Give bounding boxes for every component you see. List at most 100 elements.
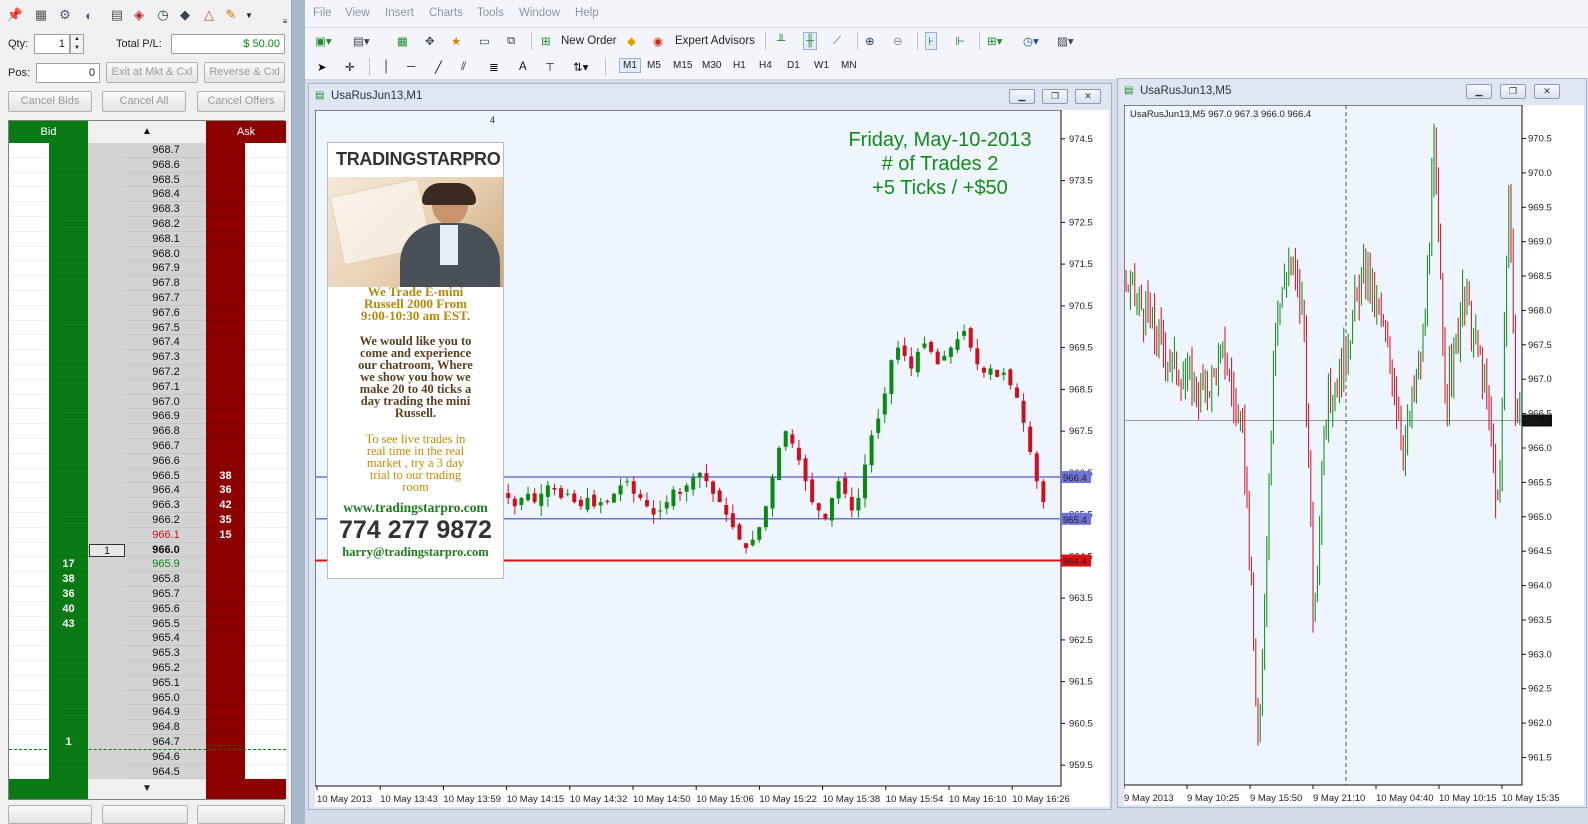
ladder-row[interactable]: 968.5 [9, 172, 286, 188]
terminal-icon[interactable]: ▭ [479, 32, 490, 50]
ask-order-cell[interactable] [245, 675, 286, 691]
ask-order-cell[interactable] [245, 409, 286, 425]
ask-size-cell[interactable] [206, 173, 245, 188]
ladder-row[interactable]: 17 965.9 [9, 557, 286, 573]
ask-order-cell[interactable] [245, 246, 286, 262]
ladder-row[interactable]: 967.7 [9, 291, 286, 306]
price-cell[interactable]: 964.6 [126, 750, 206, 765]
ladder-row[interactable]: 967.8 [9, 276, 286, 291]
price-cell[interactable]: 965.4 [126, 631, 206, 647]
price-cell[interactable]: 966.8 [126, 424, 206, 439]
ask-size-cell[interactable] [206, 395, 245, 410]
ask-order-cell[interactable] [245, 424, 286, 439]
ask-order-cell[interactable] [245, 187, 286, 203]
ask-size-cell[interactable] [206, 705, 245, 721]
arrows-icon[interactable]: ⇅▾ [573, 58, 588, 76]
calculator-icon[interactable]: ▦ [32, 6, 50, 24]
bar-chart-icon[interactable]: ╨ [777, 32, 785, 50]
ask-size-cell[interactable] [206, 750, 245, 765]
bid-size-cell[interactable] [49, 143, 88, 158]
metaeditor-icon[interactable]: ◆ [627, 32, 636, 50]
ask-size-cell[interactable] [206, 276, 245, 291]
menu-file[interactable]: File [313, 7, 332, 19]
bid-order-cell[interactable] [9, 468, 49, 484]
bid-order-cell[interactable] [9, 498, 49, 513]
timeframe-mn[interactable]: MN [841, 60, 857, 71]
ask-size-cell[interactable]: 35 [206, 513, 245, 528]
ask-order-cell[interactable] [245, 764, 286, 780]
timeframe-d1[interactable]: D1 [787, 60, 800, 71]
ask-order-cell[interactable] [245, 542, 286, 558]
scroll-up-button[interactable]: ▲ [88, 121, 206, 143]
price-cell[interactable]: 965.2 [126, 661, 206, 676]
ask-order-cell[interactable] [245, 320, 286, 336]
text-label-icon[interactable]: ⊤ [545, 58, 555, 76]
bid-order-cell[interactable] [9, 749, 49, 765]
indicators-icon[interactable]: ⊞▾ [987, 32, 1002, 50]
bid-size-cell[interactable] [49, 646, 88, 661]
price-cell[interactable]: 966.0 [126, 543, 206, 558]
price-cell[interactable]: 968.7 [126, 143, 206, 158]
price-cell[interactable]: 968.1 [126, 232, 206, 247]
ladder-row[interactable]: 968.3 [9, 202, 286, 217]
bid-order-cell[interactable] [9, 483, 49, 499]
ask-size-cell[interactable] [206, 735, 245, 750]
minimize-button[interactable]: ▁ [1009, 89, 1035, 104]
price-cell[interactable]: 967.7 [126, 291, 206, 306]
bid-order-cell[interactable] [9, 616, 49, 632]
ladder-row[interactable]: 967.3 [9, 350, 286, 365]
ask-order-cell[interactable] [245, 291, 286, 306]
ask-size-cell[interactable] [206, 365, 245, 380]
ladder-row[interactable]: 968.2 [9, 217, 286, 232]
bid-order-cell[interactable] [9, 291, 49, 306]
bid-order-cell[interactable] [9, 202, 49, 217]
price-cell[interactable]: 966.9 [126, 409, 206, 425]
ad-email[interactable]: harry@tradingstarpro.com [328, 545, 503, 560]
ask-size-cell[interactable] [206, 720, 245, 735]
price-cell[interactable]: 965.9 [126, 557, 206, 573]
ask-size-cell[interactable] [206, 232, 245, 247]
cancel-bids-button[interactable]: Cancel Bids [8, 91, 92, 112]
bid-order-cell[interactable] [9, 572, 49, 587]
bid-size-cell[interactable] [49, 202, 88, 217]
bid-size-cell[interactable] [49, 543, 88, 558]
ask-order-cell[interactable] [245, 616, 286, 632]
shield-icon[interactable]: ◆ [176, 6, 194, 24]
ask-order-cell[interactable] [245, 483, 286, 499]
bid-size-cell[interactable] [49, 469, 88, 484]
ask-size-cell[interactable] [206, 380, 245, 395]
timeframe-m30[interactable]: M30 [702, 60, 721, 71]
bid-size-cell[interactable] [49, 439, 88, 454]
close-button[interactable]: ✕ [1534, 84, 1560, 99]
ask-order-cell[interactable] [245, 261, 286, 277]
price-cell[interactable]: 966.7 [126, 439, 206, 454]
ask-order-cell[interactable] [245, 231, 286, 247]
ask-size-cell[interactable] [206, 587, 245, 602]
price-cell[interactable]: 965.6 [126, 602, 206, 617]
chart-m1-area[interactable]: 974.5 973.5 972.5 971.5 970.5 969.5 968.5 967.5… [314, 109, 1109, 807]
ask-order-cell[interactable] [245, 587, 286, 602]
tools-icon[interactable]: ✎ [222, 6, 240, 24]
bid-order-cell[interactable] [9, 231, 49, 247]
ladder-row[interactable]: 966.6 [9, 453, 286, 469]
bid-order-cell[interactable] [9, 601, 49, 617]
price-cell[interactable]: 967.5 [126, 321, 206, 336]
bid-size-cell[interactable] [49, 454, 88, 469]
ask-size-cell[interactable] [206, 572, 245, 587]
ask-size-cell[interactable] [206, 306, 245, 321]
chart-m5-canvas[interactable]: UsaRusJun13,M5 967.0 967.3 966.0 966.4 97… [1123, 104, 1584, 805]
center-button[interactable] [102, 805, 188, 824]
cancel-offers-button[interactable]: Cancel Offers [197, 91, 285, 112]
price-cell[interactable]: 964.7 [126, 735, 206, 750]
candlestick-icon[interactable]: ╫ [803, 32, 818, 50]
ladder-row[interactable]: 968.4 [9, 187, 286, 203]
bid-size-cell[interactable] [49, 291, 88, 306]
ladder-row[interactable]: 968.1 [9, 231, 286, 247]
ladder-row[interactable]: 964.6 [9, 749, 286, 765]
bid-order-cell[interactable] [9, 527, 49, 543]
bid-size-cell[interactable] [49, 247, 88, 262]
ladder-row[interactable]: 964.5 [9, 764, 286, 780]
timeframe-m15[interactable]: M15 [673, 60, 692, 71]
ask-size-cell[interactable] [206, 409, 245, 425]
ask-order-cell[interactable] [245, 601, 286, 617]
